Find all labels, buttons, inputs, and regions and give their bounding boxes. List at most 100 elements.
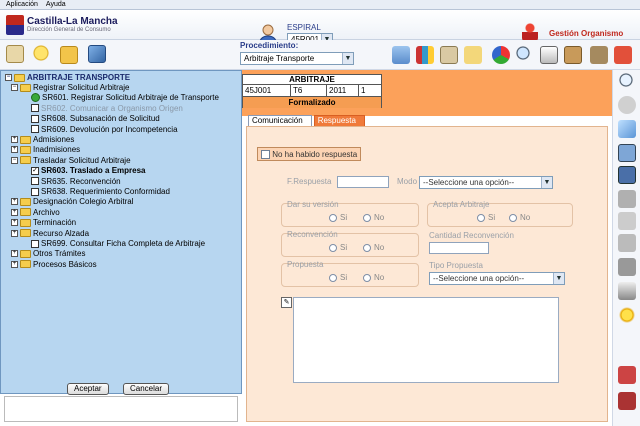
tree-item[interactable]: + Designación Colegio Arbitral (11, 197, 134, 206)
expand-icon[interactable]: + (11, 229, 18, 237)
expand-icon[interactable]: + (11, 146, 18, 154)
reconvencion-no[interactable]: No (363, 243, 384, 252)
menu-bar: Aplicación Ayuda (0, 0, 640, 10)
exit-icon[interactable] (614, 46, 632, 64)
expand-icon[interactable]: + (11, 136, 18, 143)
radio-button[interactable] (329, 243, 337, 252)
tree-checkbox[interactable] (31, 114, 39, 123)
computer-icon[interactable] (392, 46, 410, 64)
collapse-icon[interactable]: − (5, 74, 12, 81)
tree-item[interactable]: SR609. Devolución por Incompetencia (31, 125, 178, 134)
network-icon[interactable] (88, 45, 106, 63)
tree-item[interactable]: ✓ SR603. Traslado a Empresa (31, 166, 146, 175)
expand-icon[interactable]: + (11, 250, 18, 258)
radio-button[interactable] (363, 243, 371, 252)
print-icon[interactable] (618, 282, 636, 300)
tree-item[interactable]: + Procesos Básicos (11, 260, 97, 269)
tab-respuesta[interactable]: Respuesta (313, 115, 365, 126)
folder-icon (20, 83, 31, 92)
tipo-propuesta-select[interactable]: --Seleccione una opción-- ▼ (429, 272, 565, 285)
acepta-si[interactable]: Si (477, 213, 495, 222)
books-icon[interactable] (416, 46, 434, 64)
modo-select[interactable]: --Seleccione una opción-- ▼ (419, 176, 553, 189)
procedimiento-select[interactable]: Arbitraje Transporte ▼ (240, 52, 354, 65)
tree-checkbox[interactable] (31, 177, 39, 186)
org-label[interactable]: Gestión Organismo (549, 29, 623, 38)
tree-item[interactable]: − Registrar Solicitud Arbitraje (11, 83, 129, 92)
expand-icon[interactable]: + (11, 208, 18, 216)
tree-item[interactable]: SR635. Reconvención (31, 177, 121, 186)
back-icon[interactable] (618, 96, 636, 114)
tree-item[interactable]: + Inadmisiones (11, 145, 80, 154)
tree-item[interactable]: + Otros Trámites (11, 249, 85, 258)
tree-item[interactable]: SR608. Subsanación de Solicitud (31, 114, 160, 123)
zoom-icon[interactable] (618, 72, 636, 90)
no-response-checkbox[interactable] (261, 150, 270, 160)
tree-item[interactable]: SR602. Comunicar a Organismo Origen (31, 104, 183, 113)
collapse-icon[interactable]: − (11, 156, 18, 164)
tree-item[interactable]: SR638. Requerimiento Conformidad (31, 187, 170, 196)
tree-item[interactable]: + Admisiones (11, 135, 74, 144)
scissors-icon[interactable] (618, 212, 636, 230)
reconvencion-si[interactable]: Si (329, 243, 347, 252)
tree-item[interactable]: + Recurso Alzada (11, 229, 89, 238)
dar-version-si[interactable]: Si (329, 213, 347, 222)
floppy-icon[interactable] (618, 144, 636, 162)
clipboard-icon[interactable] (540, 46, 558, 64)
notes-icon[interactable] (464, 46, 482, 64)
accept-button[interactable]: Aceptar (67, 383, 109, 395)
delete-icon[interactable] (618, 366, 636, 384)
tree-item[interactable]: − Trasladar Solicitud Arbitraje (11, 156, 131, 165)
scales-icon[interactable] (6, 45, 24, 63)
tree-checkbox[interactable] (31, 239, 39, 248)
observaciones-textarea[interactable] (293, 297, 559, 383)
document-icon[interactable] (440, 46, 458, 64)
fecha-input[interactable] (337, 176, 389, 188)
pie-chart-icon[interactable] (492, 46, 510, 64)
expand-icon[interactable]: + (11, 198, 18, 206)
attachment-icon[interactable] (618, 234, 636, 252)
radio-button[interactable] (329, 213, 337, 222)
dar-version-no[interactable]: No (363, 213, 384, 222)
cancel-button[interactable]: Cancelar (123, 383, 170, 395)
radio-button[interactable] (509, 213, 517, 222)
save-icon[interactable] (618, 166, 636, 184)
expand-icon[interactable]: + (11, 260, 18, 268)
radio-button[interactable] (329, 273, 337, 282)
tree-checkbox[interactable] (31, 125, 39, 134)
edit-icon[interactable] (618, 120, 636, 138)
menu-ayuda[interactable]: Ayuda (46, 0, 66, 9)
bulb-icon[interactable] (32, 45, 50, 63)
procedimiento-label: Procedimiento: (240, 41, 299, 50)
expand-icon[interactable]: + (11, 219, 18, 227)
cantidad-input[interactable] (429, 242, 489, 254)
propuesta-si[interactable]: Si (329, 273, 347, 282)
settings-icon[interactable] (618, 306, 636, 324)
radio-button[interactable] (363, 273, 371, 282)
tree-item[interactable]: SR601. Registrar Solicitud Arbitraje de … (31, 93, 219, 103)
tree-checkbox[interactable]: ✓ (31, 166, 39, 175)
menu-aplicacion[interactable]: Aplicación (6, 0, 38, 9)
exit-icon[interactable] (618, 392, 636, 410)
tree-root[interactable]: − ARBITRAJE TRANSPORTE (5, 73, 130, 82)
radio-button[interactable] (363, 213, 371, 222)
note-icon[interactable]: ✎ (281, 297, 292, 308)
abacus-icon[interactable] (564, 46, 582, 64)
propuesta-no[interactable]: No (363, 273, 384, 282)
tree-checkbox[interactable] (31, 187, 39, 196)
tree-item[interactable]: + Terminación (11, 218, 76, 227)
hammer-icon[interactable] (618, 190, 636, 208)
radio-button[interactable] (477, 213, 485, 222)
no-response-toggle[interactable]: No ha habido respuesta (257, 147, 362, 161)
tools-icon[interactable] (618, 258, 636, 276)
folder-icon[interactable] (60, 46, 78, 64)
tree-checkbox[interactable] (31, 104, 39, 113)
tree-item[interactable]: SR699. Consultar Ficha Completa de Arbit… (31, 239, 205, 248)
tab-comunicacion[interactable]: Comunicación (248, 115, 312, 126)
acepta-no[interactable]: No (509, 213, 530, 222)
search-icon[interactable] (516, 46, 534, 64)
collapse-icon[interactable]: − (11, 84, 18, 91)
tools-icon[interactable] (590, 46, 608, 64)
tree-item-label: SR638. Requerimiento Conformidad (41, 187, 170, 196)
tree-item[interactable]: + Archivo (11, 208, 60, 217)
